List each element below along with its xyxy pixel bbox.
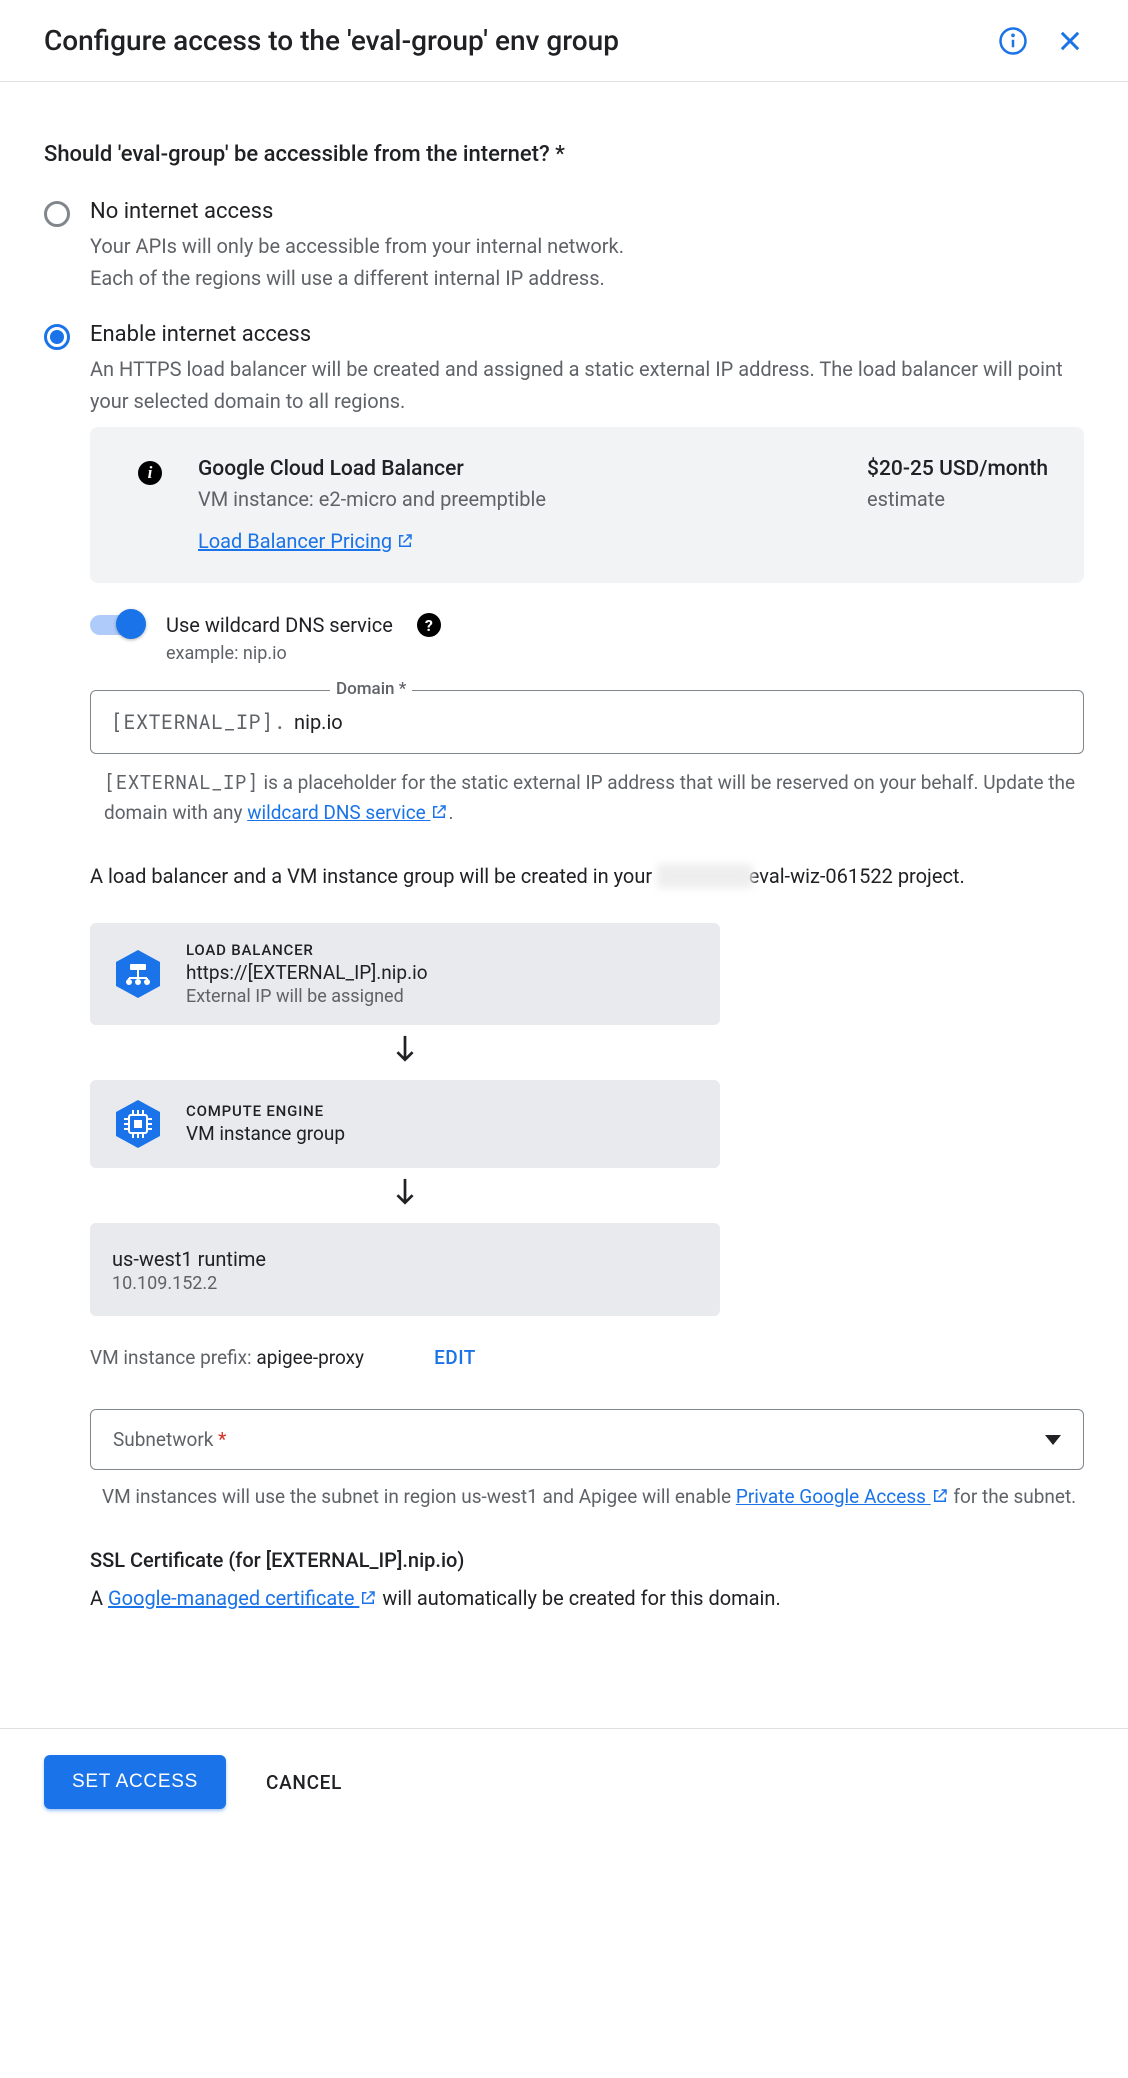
lb-price-sub: estimate bbox=[867, 487, 1048, 511]
arrow-down-icon bbox=[90, 1025, 720, 1080]
vm-prefix-label: VM instance prefix: bbox=[90, 1346, 256, 1369]
radio-no-internet[interactable] bbox=[44, 201, 70, 227]
diagram-compute-engine-card: COMPUTE ENGINE VM instance group bbox=[90, 1080, 720, 1168]
subnet-help-text: VM instances will use the subnet in regi… bbox=[102, 1482, 1084, 1512]
domain-help-text: [EXTERNAL_IP] is a placeholder for the s… bbox=[104, 768, 1084, 829]
ssl-heading: SSL Certificate (for [EXTERNAL_IP].nip.i… bbox=[90, 1548, 1084, 1572]
edit-button[interactable]: EDIT bbox=[434, 1346, 476, 1369]
radio-no-internet-desc: Your APIs will only be accessible from y… bbox=[90, 230, 624, 294]
chevron-down-icon bbox=[1045, 1429, 1061, 1450]
radio-no-internet-label: No internet access bbox=[90, 199, 624, 224]
info-icon[interactable] bbox=[998, 26, 1028, 56]
ce-card-tag: COMPUTE ENGINE bbox=[186, 1102, 345, 1120]
lb-card-sub: External IP will be assigned bbox=[186, 986, 428, 1007]
wildcard-dns-toggle[interactable] bbox=[90, 615, 142, 635]
lb-subtitle: VM instance: e2-micro and preemptible bbox=[198, 487, 546, 511]
diagram-load-balancer-card: LOAD BALANCER https://[EXTERNAL_IP].nip.… bbox=[90, 923, 720, 1025]
domain-prefix: [EXTERNAL_IP]. bbox=[111, 709, 286, 735]
set-access-button[interactable]: SET ACCESS bbox=[44, 1755, 226, 1809]
compute-engine-icon bbox=[112, 1098, 164, 1150]
radio-enable-internet-label: Enable internet access bbox=[90, 322, 1084, 347]
project-info-text: A load balancer and a VM instance group … bbox=[90, 859, 1084, 893]
ce-card-main: VM instance group bbox=[186, 1122, 345, 1145]
subnetwork-label: Subnetwork bbox=[113, 1428, 218, 1451]
runtime-ip: 10.109.152.2 bbox=[112, 1273, 266, 1294]
google-managed-cert-link[interactable]: Google-managed certificate bbox=[108, 1586, 377, 1610]
vm-prefix-value: apigee-proxy bbox=[256, 1346, 364, 1369]
load-balancer-icon bbox=[112, 948, 164, 1000]
domain-value: nip.io bbox=[294, 710, 343, 734]
dialog-title: Configure access to the 'eval-group' env… bbox=[44, 24, 619, 57]
info-icon: i bbox=[138, 461, 162, 485]
wildcard-dns-service-link[interactable]: wildcard DNS service bbox=[247, 801, 448, 824]
ssl-text: A Google-managed certificate will automa… bbox=[90, 1586, 1084, 1610]
subnetwork-select[interactable]: Subnetwork * bbox=[90, 1409, 1084, 1470]
help-icon[interactable]: ? bbox=[417, 613, 441, 637]
wildcard-example: example: nip.io bbox=[166, 643, 1084, 664]
runtime-name: us-west1 runtime bbox=[112, 1247, 266, 1271]
private-google-access-link[interactable]: Private Google Access bbox=[736, 1485, 949, 1508]
load-balancer-info-card: i Google Cloud Load Balancer VM instance… bbox=[90, 427, 1084, 583]
diagram-runtime-card: us-west1 runtime 10.109.152.2 bbox=[90, 1223, 720, 1316]
lb-title: Google Cloud Load Balancer bbox=[198, 457, 546, 481]
arrow-down-icon bbox=[90, 1168, 720, 1223]
lb-price: $20-25 USD/month bbox=[867, 457, 1048, 481]
close-icon[interactable] bbox=[1056, 27, 1084, 55]
lb-card-url: https://[EXTERNAL_IP].nip.io bbox=[186, 961, 428, 984]
domain-field-label: Domain * bbox=[330, 679, 412, 699]
cancel-button[interactable]: CANCEL bbox=[266, 1771, 342, 1794]
access-question: Should 'eval-group' be accessible from t… bbox=[44, 142, 1084, 167]
wildcard-dns-label: Use wildcard DNS service bbox=[166, 613, 393, 637]
radio-enable-internet-desc: An HTTPS load balancer will be created a… bbox=[90, 353, 1084, 417]
radio-enable-internet[interactable] bbox=[44, 324, 70, 350]
lb-pricing-link[interactable]: Load Balancer Pricing bbox=[198, 529, 414, 553]
domain-input[interactable]: [EXTERNAL_IP]. nip.io bbox=[90, 690, 1084, 754]
lb-card-tag: LOAD BALANCER bbox=[186, 941, 428, 959]
